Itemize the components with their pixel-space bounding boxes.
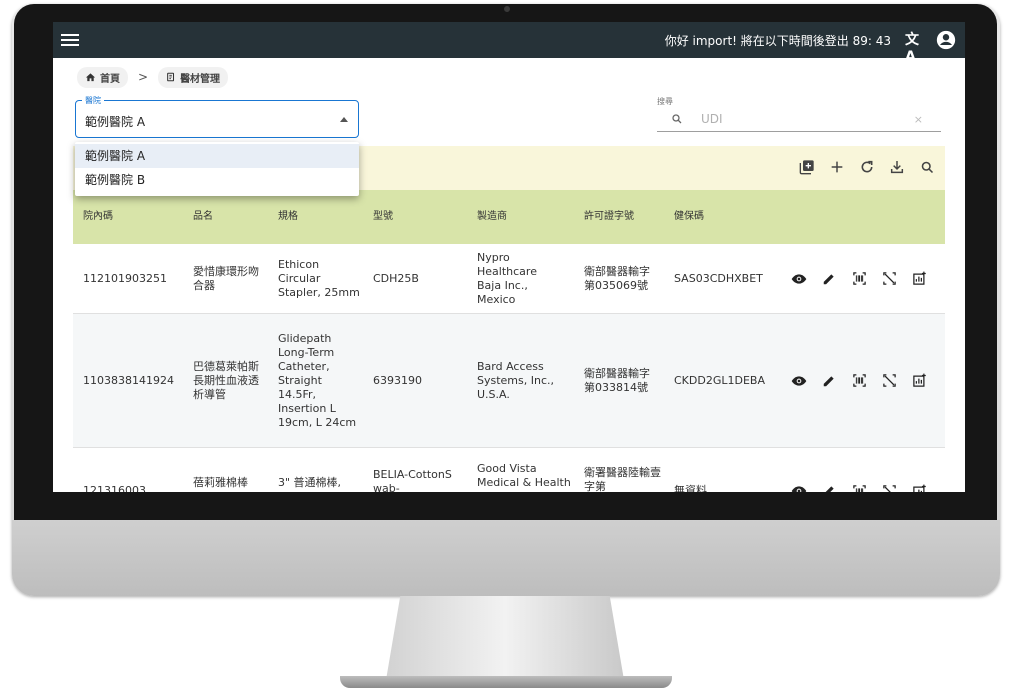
- cell-code: 1103838141924: [83, 373, 174, 387]
- breadcrumb: 首頁 > 醫材管理: [77, 66, 229, 88]
- edit-icon[interactable]: [820, 270, 838, 288]
- table-row: 112101903251 愛惜康環形吻合器 Ethicon Circular S…: [73, 244, 945, 314]
- cell-spec: 3" 普通棉棒,: [278, 476, 342, 489]
- hospital-option-b[interactable]: 範例醫院 B: [75, 168, 359, 192]
- barcode-off-icon[interactable]: [880, 482, 898, 492]
- cell-maker: Good Vista Medical & Health: [477, 462, 571, 489]
- edit-icon[interactable]: [820, 482, 838, 492]
- refresh-icon[interactable]: [857, 157, 877, 177]
- clear-search-icon[interactable]: ×: [914, 113, 923, 126]
- cell-license: 衛部醫器輸字第035069號: [584, 264, 650, 292]
- row-actions: [790, 372, 945, 390]
- cell-nhi: 無資料: [674, 484, 707, 492]
- chart-add-icon[interactable]: [910, 270, 928, 288]
- table-search-icon[interactable]: [917, 157, 937, 177]
- hospital-select-label: 醫院: [82, 95, 104, 106]
- cell-nhi: CKDD2GL1DEBA: [674, 373, 765, 387]
- hospital-dropdown-menu: 範例醫院 A 範例醫院 B: [75, 142, 359, 196]
- add-icon[interactable]: [827, 157, 847, 177]
- breadcrumb-current-label: 醫材管理: [180, 73, 221, 85]
- add-batch-icon[interactable]: [797, 157, 817, 177]
- translate-icon[interactable]: 文A: [905, 29, 927, 65]
- monitor-chin: [12, 520, 1000, 596]
- cell-license: 衛署醫器陸輸壹字第: [584, 466, 661, 492]
- menu-icon[interactable]: [61, 31, 79, 49]
- view-icon[interactable]: [790, 482, 808, 492]
- hospital-select-value: 範例醫院 A: [85, 115, 146, 129]
- edit-icon[interactable]: [820, 372, 838, 390]
- camera-dot: [504, 6, 510, 12]
- hospital-option-a[interactable]: 範例醫院 A: [75, 144, 359, 168]
- search-icon: [672, 114, 682, 124]
- cell-license: 衛部醫器輸字第033814號: [584, 366, 650, 394]
- breadcrumb-home[interactable]: 首頁: [77, 66, 128, 88]
- view-icon[interactable]: [790, 372, 808, 390]
- cell-model: BELIA-CottonSwab-: [373, 468, 452, 492]
- search-label: 搜尋: [657, 97, 673, 106]
- cell-name: 巴德葛萊帕斯長期性血液透析導管: [193, 359, 259, 401]
- device-table: 院內碼 品名 規格 型號 製造商 許可證字號 健保碼 112101903251 …: [73, 190, 945, 492]
- search-field: 搜尋 ×: [657, 94, 941, 132]
- cell-code: 121316003: [83, 484, 146, 492]
- breadcrumb-home-label: 首頁: [100, 73, 120, 85]
- row-actions: [790, 462, 945, 492]
- table-row: 1103838141924 巴德葛萊帕斯長期性血液透析導管 Glidepath …: [73, 314, 945, 448]
- col-header-nhi[interactable]: 健保碼: [674, 210, 790, 224]
- cell-name: 愛惜康環形吻合器: [193, 264, 259, 292]
- cell-nhi: SAS03CDHXBET: [674, 271, 763, 285]
- search-input[interactable]: [701, 110, 901, 128]
- search-underline: [657, 131, 941, 132]
- monitor-foot: [340, 676, 672, 688]
- table-row: 121316003 蓓莉雅棉棒 3" 普通棉棒, BELIA-CottonSwa…: [73, 448, 945, 492]
- breadcrumb-separator: >: [138, 70, 149, 84]
- cell-code: 112101903251: [83, 271, 167, 285]
- home-icon: [85, 72, 96, 81]
- col-header-code[interactable]: 院內碼: [73, 210, 193, 224]
- monitor-stand: [386, 596, 624, 680]
- hospital-select[interactable]: 醫院 範例醫院 A: [75, 95, 359, 138]
- cell-spec: Glidepath Long-Term Catheter, Straight 1…: [278, 331, 357, 429]
- app-screen: 你好 import! 將在以下時間後登出 89: 43 文A 首頁 > 醫材管理…: [53, 22, 965, 492]
- table-header-row: 院內碼 品名 規格 型號 製造商 許可證字號 健保碼: [73, 190, 945, 244]
- barcode-icon[interactable]: [850, 482, 868, 492]
- view-icon[interactable]: [790, 270, 808, 288]
- cell-maker: Bard Access Systems, Inc., U.S.A.: [477, 359, 554, 401]
- download-icon[interactable]: [887, 157, 907, 177]
- cell-model: 6393190: [373, 373, 422, 387]
- session-greeting: 你好 import! 將在以下時間後登出 89: 43: [664, 34, 891, 48]
- top-app-bar: 你好 import! 將在以下時間後登出 89: 43 文A: [53, 22, 965, 65]
- barcode-icon[interactable]: [850, 372, 868, 390]
- cell-maker: Nypro Healthcare Baja Inc., Mexico: [477, 250, 537, 306]
- col-header-model[interactable]: 型號: [373, 210, 477, 224]
- chart-add-icon[interactable]: [910, 482, 928, 492]
- col-header-name[interactable]: 品名: [193, 210, 278, 224]
- cell-spec: Ethicon Circular Stapler, 25mm: [278, 257, 360, 299]
- row-actions: [790, 270, 945, 288]
- breadcrumb-current[interactable]: 醫材管理: [158, 66, 229, 88]
- col-header-spec[interactable]: 規格: [278, 210, 373, 224]
- cell-name: 蓓莉雅棉棒: [193, 476, 248, 489]
- col-header-license[interactable]: 許可證字號: [584, 210, 644, 224]
- device-list-icon: [167, 72, 175, 82]
- col-header-maker[interactable]: 製造商: [477, 210, 584, 224]
- barcode-icon[interactable]: [850, 270, 868, 288]
- cell-model: CDH25B: [373, 271, 419, 285]
- barcode-off-icon[interactable]: [880, 372, 898, 390]
- chart-add-icon[interactable]: [910, 372, 928, 390]
- barcode-off-icon[interactable]: [880, 270, 898, 288]
- caret-up-icon: [340, 117, 348, 122]
- account-icon[interactable]: [935, 29, 957, 51]
